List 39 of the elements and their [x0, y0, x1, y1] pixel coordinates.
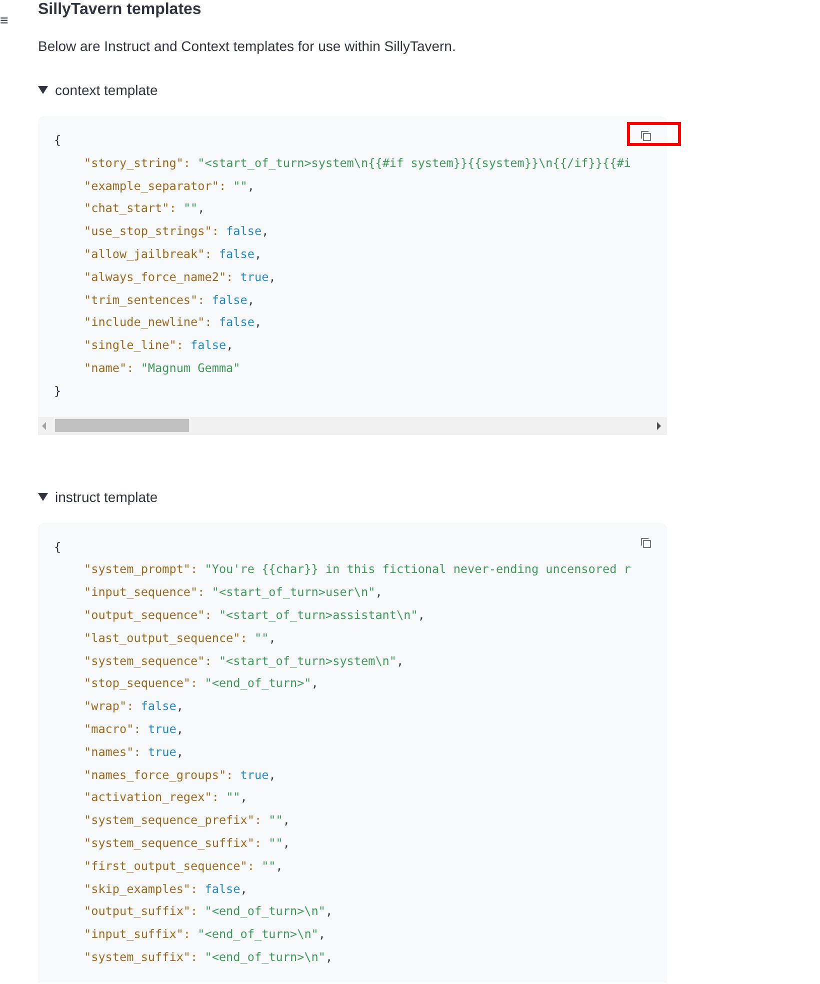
code-line: "input_sequence": "<start_of_turn>user\n",	[83, 584, 382, 602]
section-toggle[interactable]: context template	[38, 80, 158, 100]
copy-icon	[640, 536, 652, 549]
code-line: "input_suffix": "<end_of_turn>\n",	[83, 926, 326, 944]
page-heading: SillyTavern templates	[38, 1, 202, 19]
code-line: {	[54, 538, 62, 556]
code-line: "use_stop_strings": false,	[83, 223, 269, 240]
code-line: "allow_jailbreak": false,	[83, 246, 262, 263]
menu-icon[interactable]: ≡	[0, 12, 8, 28]
code-line: }	[54, 382, 62, 400]
code-line: "chat_start": "",	[83, 200, 205, 218]
code-line: "system_sequence": "<start_of_turn>system\n",	[83, 652, 404, 670]
code-line: "output_suffix": "<end_of_turn>\n",	[83, 903, 333, 920]
code-line: {	[54, 132, 62, 149]
code-line: "story_string": "<start_of_turn>system\n{{#if system}}{{system}}\n{{/if}}{{#i	[83, 154, 631, 172]
code-line: "output_sequence": "<start_of_turn>assistant\n",	[83, 606, 425, 624]
code-line: "stop_sequence": "<end_of_turn>",	[83, 675, 318, 692]
code-line: "activation_regex": "",	[83, 789, 248, 806]
code-line: "names_force_groups": true,	[83, 766, 276, 784]
horizontal-scrollbar[interactable]	[38, 416, 667, 435]
code-line: "skip_examples": false,	[83, 880, 248, 898]
intro-text: Below are Instruct and Context templates for use within SillyTavern.	[38, 37, 457, 56]
code-line: "wrap": false,	[83, 698, 184, 716]
code-line: "first_output_sequence": "",	[83, 858, 283, 875]
section-toggle[interactable]: instruct template	[38, 486, 158, 507]
code-line: "single_line": false,	[83, 337, 234, 354]
code-line: "include_newline": false,	[83, 314, 262, 332]
code-line: "names": true,	[83, 744, 184, 761]
code-line: "always_force_name2": true,	[83, 268, 276, 286]
code-line: "name": "Magnum Gemma"	[83, 360, 240, 377]
code-line: "system_suffix": "<end_of_turn>\n",	[83, 948, 333, 966]
code-line: "last_output_sequence": "",	[83, 630, 276, 647]
code-line: "system_sequence_suffix": "",	[83, 834, 290, 852]
code-line: "macro": true,	[83, 720, 184, 738]
code-line: "system_sequence_prefix": "",	[83, 812, 290, 830]
copy-icon	[640, 130, 652, 142]
code-line: "system_prompt": "You're {{char}} in this fictional never-ending uncensored r	[83, 561, 631, 578]
code-line: "trim_sentences": false,	[83, 292, 254, 309]
code-line: "example_separator": "",	[83, 178, 254, 195]
